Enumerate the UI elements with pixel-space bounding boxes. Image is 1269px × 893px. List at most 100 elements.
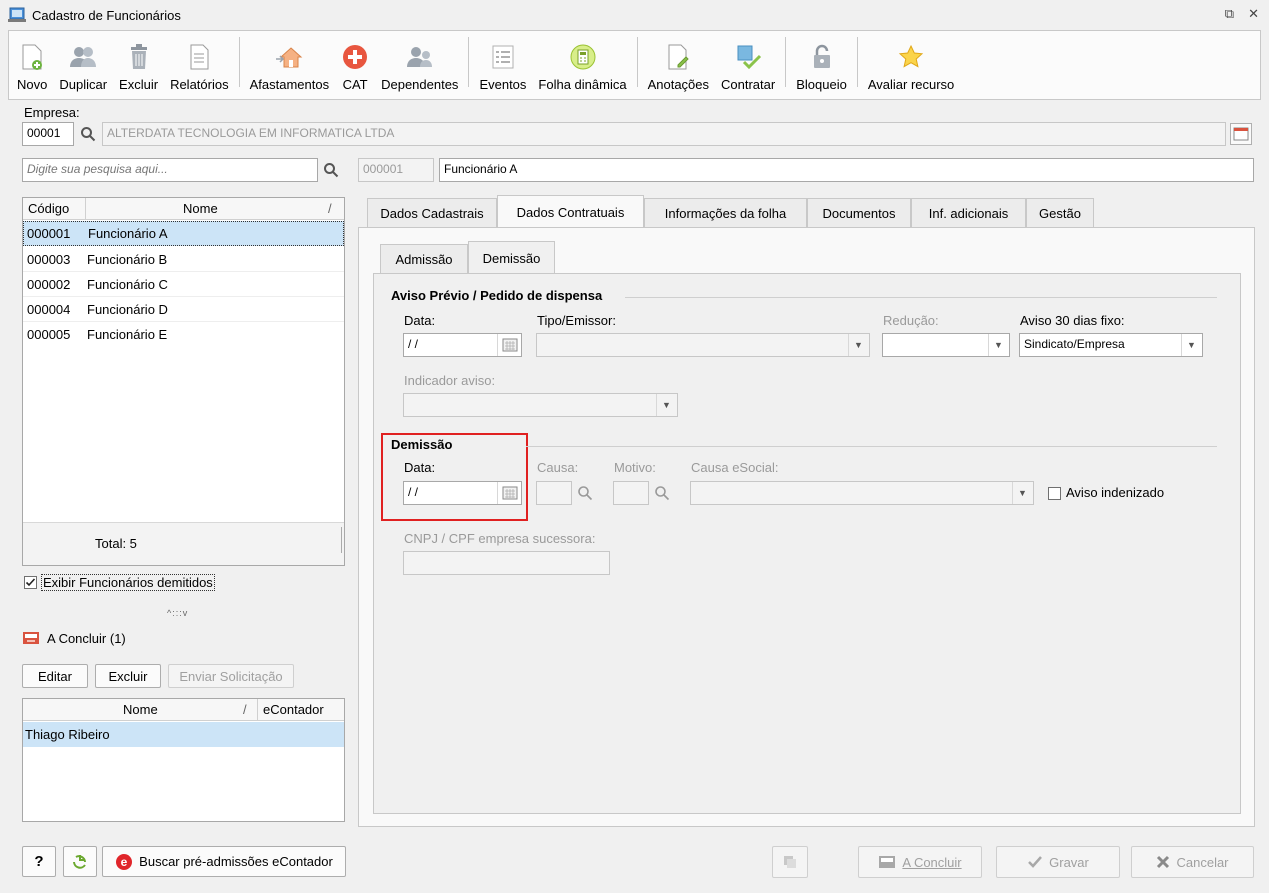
trash-icon — [130, 44, 147, 69]
refresh-button[interactable] — [63, 846, 97, 877]
header-code[interactable]: Código — [28, 201, 69, 216]
toolbar-delete-button[interactable]: Excluir — [113, 32, 164, 92]
show-dismissed-checkbox[interactable] — [24, 576, 37, 589]
notes-icon — [668, 44, 690, 70]
toolbar: Novo Duplicar Excluir Relatórios Afastam… — [8, 30, 1261, 100]
search-button[interactable] — [320, 159, 342, 181]
pending-delete-button[interactable]: Excluir — [95, 664, 161, 688]
splitter-grip[interactable]: ^:::v — [167, 608, 188, 618]
cnpj-input[interactable] — [403, 551, 610, 575]
tab-inf-adicionais[interactable]: Inf. adicionais — [911, 198, 1026, 228]
duplicate-users-icon — [70, 47, 97, 67]
aviso-date-picker[interactable] — [497, 334, 521, 356]
row-code: 000003 — [27, 251, 71, 267]
toolbar-label: CAT — [342, 77, 368, 92]
toolbar-label: Excluir — [119, 77, 159, 92]
table-row[interactable]: 000001 Funcionário A — [23, 221, 344, 246]
subtab-admissao[interactable]: Admissão — [380, 244, 468, 273]
demissao-group-title: Demissão — [391, 437, 453, 452]
list-icon — [492, 45, 514, 69]
pending-send-button[interactable]: Enviar Solicitação — [168, 664, 294, 688]
header-name[interactable]: Nome — [183, 201, 218, 216]
hire-icon — [737, 45, 762, 70]
motivo-label: Motivo: — [614, 460, 656, 475]
econtador-logo-icon: e — [116, 853, 133, 870]
toolbar-leaves-button[interactable]: Afastamentos — [244, 32, 336, 92]
toolbar-label: Bloqueio — [796, 77, 847, 92]
toolbar-label: Novo — [17, 77, 48, 92]
fetch-econtador-button[interactable]: e Buscar pré-admissões eContador — [102, 846, 346, 877]
toolbar-label: Folha dinâmica — [538, 77, 627, 92]
aviso30-select[interactable]: Sindicato/Empresa — [1019, 333, 1203, 357]
tab-gestao[interactable]: Gestão — [1026, 198, 1094, 228]
save-button[interactable]: Gravar — [996, 846, 1120, 878]
pending-grid: Nome / eContador Thiago Ribeiro — [22, 698, 345, 822]
checkmark-icon — [25, 578, 36, 587]
close-icon[interactable]: ✕ — [1248, 6, 1259, 22]
indicador-aviso-select[interactable] — [403, 393, 678, 417]
chevron-down-icon[interactable]: ▼ — [656, 394, 676, 416]
chevron-down-icon[interactable]: ▼ — [988, 334, 1008, 356]
toolbar-label: Afastamentos — [249, 77, 330, 92]
help-button[interactable]: ? — [22, 846, 56, 877]
toolbar-label: Dependentes — [381, 77, 459, 92]
show-dismissed-label[interactable]: Exibir Funcionários demitidos — [41, 574, 215, 591]
causa-input[interactable] — [536, 481, 572, 505]
empresa-calendar-button[interactable] — [1230, 123, 1252, 145]
chevron-down-icon[interactable]: ▼ — [848, 334, 868, 356]
toolbar-cat-button[interactable]: CAT — [335, 32, 375, 92]
conclude-button[interactable]: A Concluir — [858, 846, 982, 878]
table-row[interactable]: 000004 Funcionário D — [23, 297, 344, 322]
motivo-search-button[interactable] — [651, 482, 673, 504]
tipo-emissor-select[interactable] — [536, 333, 870, 357]
subtab-demissao[interactable]: Demissão — [468, 241, 555, 274]
empresa-search-button[interactable] — [77, 123, 99, 145]
demissao-date-picker[interactable] — [497, 482, 521, 504]
search-input[interactable]: Digite sua pesquisa aqui... — [22, 158, 318, 182]
employee-grid-header: Código Nome / — [23, 198, 344, 220]
restore-icon[interactable]: ⧉ — [1225, 6, 1234, 22]
table-row[interactable]: 000003 Funcionário B — [23, 247, 344, 272]
toolbar-hire-button[interactable]: Contratar — [715, 32, 781, 92]
causa-search-button[interactable] — [574, 482, 596, 504]
copy-button[interactable] — [772, 846, 808, 878]
aviso-indenizado-checkbox[interactable] — [1048, 487, 1061, 500]
search-icon — [81, 127, 96, 142]
tab-dados-contratuais[interactable]: Dados Contratuais — [497, 195, 644, 228]
chevron-down-icon[interactable]: ▼ — [1012, 482, 1032, 504]
toolbar-lock-button[interactable]: Bloqueio — [790, 32, 853, 92]
tray-icon — [879, 856, 896, 868]
table-row[interactable]: 000005 Funcionário E — [23, 322, 344, 347]
causa-esocial-select[interactable] — [690, 481, 1034, 505]
table-row[interactable]: Thiago Ribeiro — [23, 722, 344, 747]
toolbar-dynamic-payroll-button[interactable]: Folha dinâmica — [532, 32, 632, 92]
empresa-label: Empresa: — [24, 105, 80, 120]
calculator-icon — [570, 44, 595, 70]
toolbar-dependents-button[interactable]: Dependentes — [375, 32, 464, 92]
toolbar-rate-button[interactable]: Avaliar recurso — [862, 32, 960, 92]
window-title: Cadastro de Funcionários — [32, 7, 181, 23]
report-icon — [190, 44, 209, 70]
home-arrow-icon — [276, 47, 303, 68]
motivo-input[interactable] — [613, 481, 649, 505]
table-row[interactable]: 000002 Funcionário C — [23, 272, 344, 297]
employee-grid: Código Nome / 000001 Funcionário A 00000… — [22, 197, 345, 566]
calendar-icon — [502, 486, 517, 500]
toolbar-new-button[interactable]: Novo — [11, 32, 53, 92]
toolbar-events-button[interactable]: Eventos — [473, 32, 532, 92]
tab-informacoes-folha[interactable]: Informações da folha — [644, 198, 807, 228]
cancel-button[interactable]: Cancelar — [1131, 846, 1254, 878]
group-divider — [625, 297, 1217, 298]
toolbar-label: Duplicar — [59, 77, 108, 92]
tab-documentos[interactable]: Documentos — [807, 198, 911, 228]
chevron-down-icon[interactable]: ▼ — [1181, 334, 1201, 356]
tab-dados-cadastrais[interactable]: Dados Cadastrais — [367, 198, 497, 228]
header-econtador[interactable]: eContador — [263, 702, 324, 717]
toolbar-duplicate-button[interactable]: Duplicar — [53, 32, 113, 92]
pending-edit-button[interactable]: Editar — [22, 664, 88, 688]
empresa-code-input[interactable]: 00001 — [22, 122, 74, 146]
header-name[interactable]: Nome — [123, 702, 158, 717]
toolbar-reports-button[interactable]: Relatórios — [164, 32, 235, 92]
toolbar-notes-button[interactable]: Anotações — [642, 32, 715, 92]
row-code: 000002 — [27, 276, 71, 292]
